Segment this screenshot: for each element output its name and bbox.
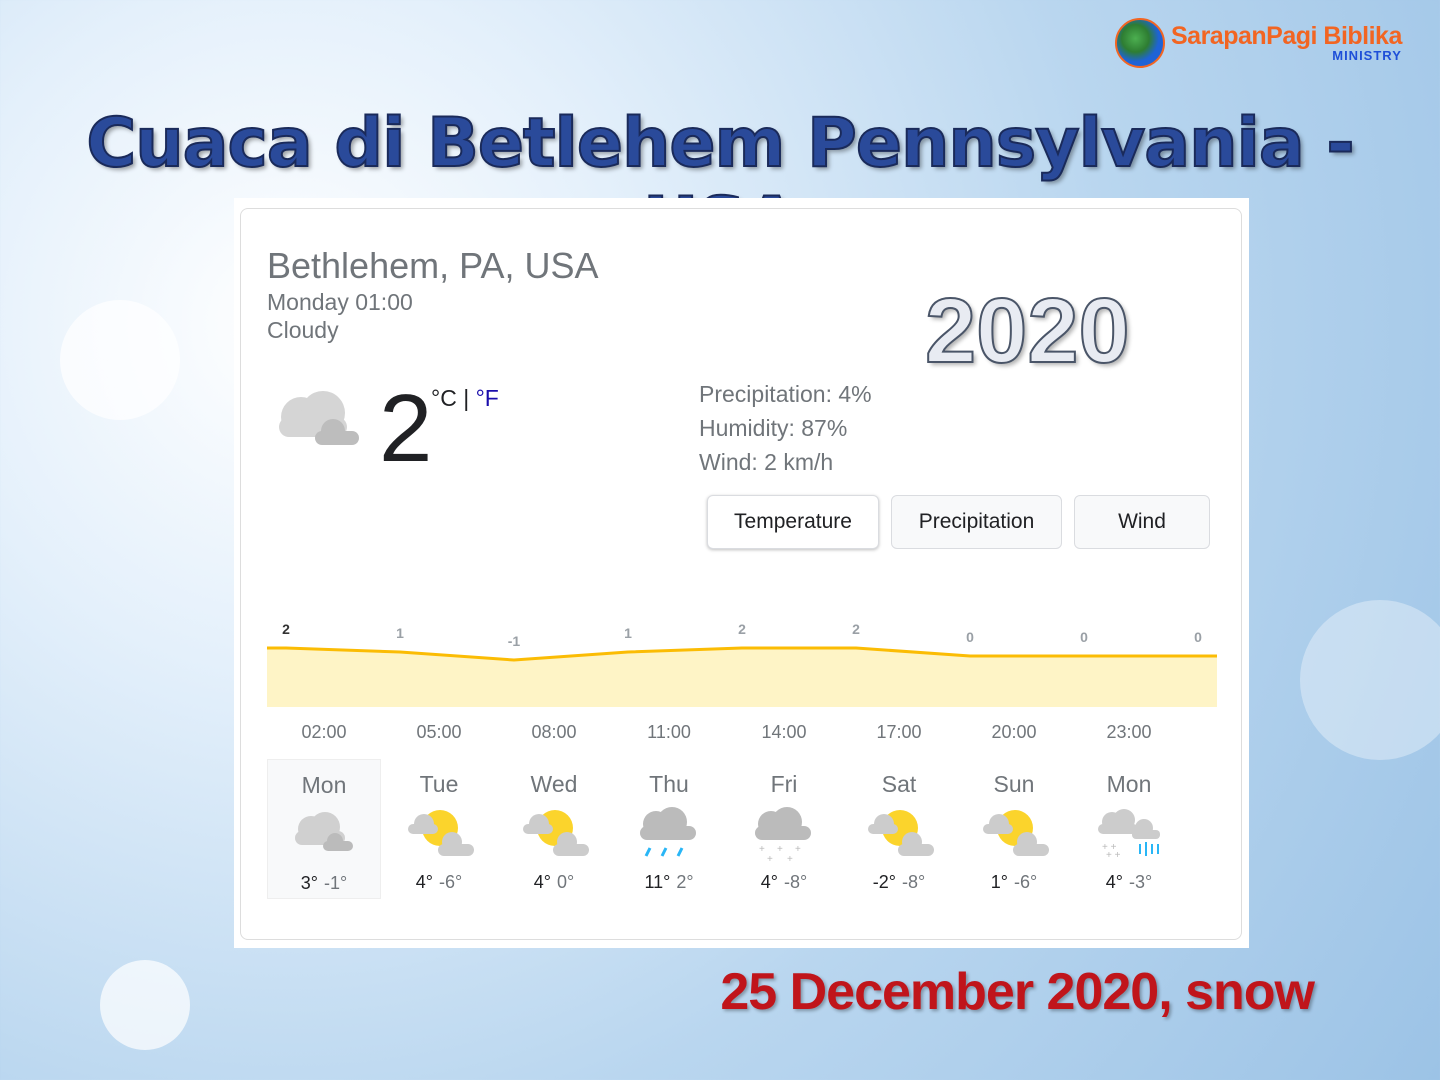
partly-sunny-icon — [868, 810, 934, 856]
high-temp: -2° — [872, 872, 896, 892]
svg-text:+: + — [795, 844, 801, 855]
hour-label: 20:00 — [991, 722, 1037, 742]
forecast-day[interactable]: Tue 4° -6° — [382, 759, 496, 899]
temperature-label: -1 — [508, 633, 521, 649]
high-temp: 4° — [760, 872, 778, 892]
svg-text:+ +: + + — [1106, 850, 1121, 861]
globe-icon — [1115, 18, 1165, 68]
high-temp: 3° — [300, 873, 318, 893]
current-time: Monday 01:00 — [267, 289, 413, 315]
partly-sunny-icon — [523, 810, 589, 856]
temperature-label: 1 — [396, 625, 404, 641]
high-temp: 4° — [1105, 872, 1123, 892]
rain-icon — [640, 807, 696, 857]
cloudy-icon — [295, 812, 353, 851]
hour-label: 17:00 — [876, 722, 922, 742]
tab-temperature[interactable]: Temperature — [707, 495, 879, 549]
svg-text:+: + — [777, 844, 783, 855]
cloudy-icon — [279, 391, 359, 445]
location: Bethlehem, PA, USA — [267, 245, 599, 286]
day-name: Mon — [1106, 771, 1152, 797]
temperature-label: 1 — [624, 625, 632, 641]
unit-fahrenheit[interactable]: °F — [476, 385, 499, 411]
forecast-day[interactable]: Mon 3° -1° — [267, 759, 381, 899]
weather-card: Bethlehem, PA, USA Monday 01:00 Cloudy 2… — [234, 198, 1249, 948]
unit-celsius[interactable]: °C — [431, 385, 457, 411]
low-temp: -6° — [1014, 872, 1038, 892]
logo-sub: MINISTRY — [1332, 48, 1402, 63]
day-name: Fri — [770, 771, 798, 797]
tab-precipitation[interactable]: Precipitation — [891, 495, 1062, 549]
wind-stat: Wind: 2 km/h — [699, 449, 834, 475]
forecast-day[interactable]: Wed 4° 0° — [497, 759, 611, 899]
low-temp: -3° — [1129, 872, 1153, 892]
high-temp: 1° — [990, 872, 1008, 892]
day-name: Wed — [530, 771, 578, 797]
low-temp: -8° — [902, 872, 926, 892]
hour-label: 23:00 — [1106, 722, 1152, 742]
day-name: Mon — [301, 772, 347, 798]
high-temp: 4° — [533, 872, 551, 892]
hour-label: 14:00 — [761, 722, 807, 742]
snow-bokeh — [60, 300, 180, 420]
forecast-day[interactable]: Sat -2° -8° — [842, 759, 956, 899]
logo: SarapanPagi Biblika MINISTRY — [1115, 18, 1402, 68]
temperature-label: 2 — [282, 621, 290, 637]
low-temp: -1° — [324, 873, 348, 893]
svg-text:+: + — [787, 854, 793, 864]
day-name: Sun — [993, 771, 1035, 797]
precipitation-stat: Precipitation: 4% — [699, 381, 872, 407]
svg-text:+: + — [767, 854, 773, 864]
temperature-label: 2 — [852, 621, 860, 637]
unit-separator: | — [456, 385, 476, 411]
low-temp: 2° — [676, 872, 694, 892]
year-overlay: 2020 — [924, 279, 1131, 383]
low-temp: -8° — [784, 872, 808, 892]
day-name: Sat — [881, 771, 917, 797]
hour-label: 02:00 — [301, 722, 347, 742]
temperature-label: 0 — [966, 629, 974, 645]
high-temp: 4° — [415, 872, 433, 892]
logo-main: SarapanPagi Biblika — [1171, 22, 1402, 50]
snow-rain-icon: + ++ + — [1098, 809, 1160, 861]
tab-wind[interactable]: Wind — [1074, 495, 1210, 549]
snow-bokeh — [100, 960, 190, 1050]
partly-sunny-icon — [408, 810, 474, 856]
temperature-label: 0 — [1194, 629, 1202, 645]
low-temp: -6° — [439, 872, 463, 892]
temperature-label: 0 — [1080, 629, 1088, 645]
svg-text:+: + — [759, 844, 765, 855]
forecast-day[interactable]: Thu 11° 2° — [612, 759, 726, 899]
condition: Cloudy — [267, 317, 339, 343]
forecast-day[interactable]: Sun 1° -6° — [957, 759, 1071, 899]
snow-bokeh — [1300, 600, 1440, 760]
temperature-label: 2 — [738, 621, 746, 637]
hour-label: 05:00 — [416, 722, 462, 742]
partly-sunny-icon — [983, 810, 1049, 856]
humidity-stat: Humidity: 87% — [699, 415, 848, 441]
forecast-day[interactable]: Fri + + + + + 4° -8° — [727, 759, 841, 899]
caption: 25 December 2020, snow — [720, 963, 1315, 1021]
hour-label: 11:00 — [647, 722, 691, 742]
low-temp: 0° — [557, 872, 575, 892]
day-name: Tue — [419, 771, 459, 797]
current-temperature: 2 — [379, 375, 433, 482]
forecast-day[interactable]: Mon + + + + 4° -3° — [1072, 759, 1186, 899]
high-temp: 11° — [644, 872, 671, 892]
hour-label: 08:00 — [531, 722, 577, 742]
day-name: Thu — [649, 771, 689, 797]
snow-icon: + + ++ + — [755, 807, 811, 865]
